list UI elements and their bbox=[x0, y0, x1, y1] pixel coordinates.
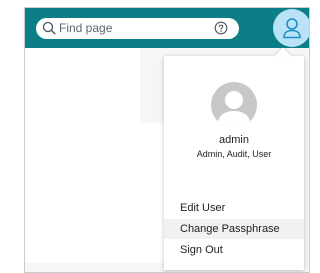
menu-item-edit-user[interactable]: Edit User bbox=[164, 198, 304, 218]
profile-avatar-icon bbox=[211, 82, 257, 128]
user-menu-button[interactable] bbox=[273, 9, 309, 47]
dropdown-arrow bbox=[274, 47, 292, 65]
help-icon[interactable] bbox=[214, 21, 228, 35]
content-panel bbox=[25, 48, 140, 123]
username: admin bbox=[219, 134, 249, 146]
search-box[interactable] bbox=[36, 18, 239, 39]
search-icon bbox=[42, 21, 56, 35]
top-bar bbox=[25, 8, 309, 48]
user-icon bbox=[283, 18, 301, 39]
content-panel bbox=[25, 123, 164, 263]
menu-item-sign-out[interactable]: Sign Out bbox=[164, 240, 304, 260]
menu-item-change-passphrase[interactable]: Change Passphrase bbox=[164, 219, 304, 239]
app-window: admin Admin, Audit, User Edit User Chang… bbox=[24, 7, 310, 273]
search-input[interactable] bbox=[59, 20, 199, 36]
user-roles: Admin, Audit, User bbox=[196, 149, 272, 159]
user-dropdown-menu: admin Admin, Audit, User Edit User Chang… bbox=[164, 47, 304, 270]
